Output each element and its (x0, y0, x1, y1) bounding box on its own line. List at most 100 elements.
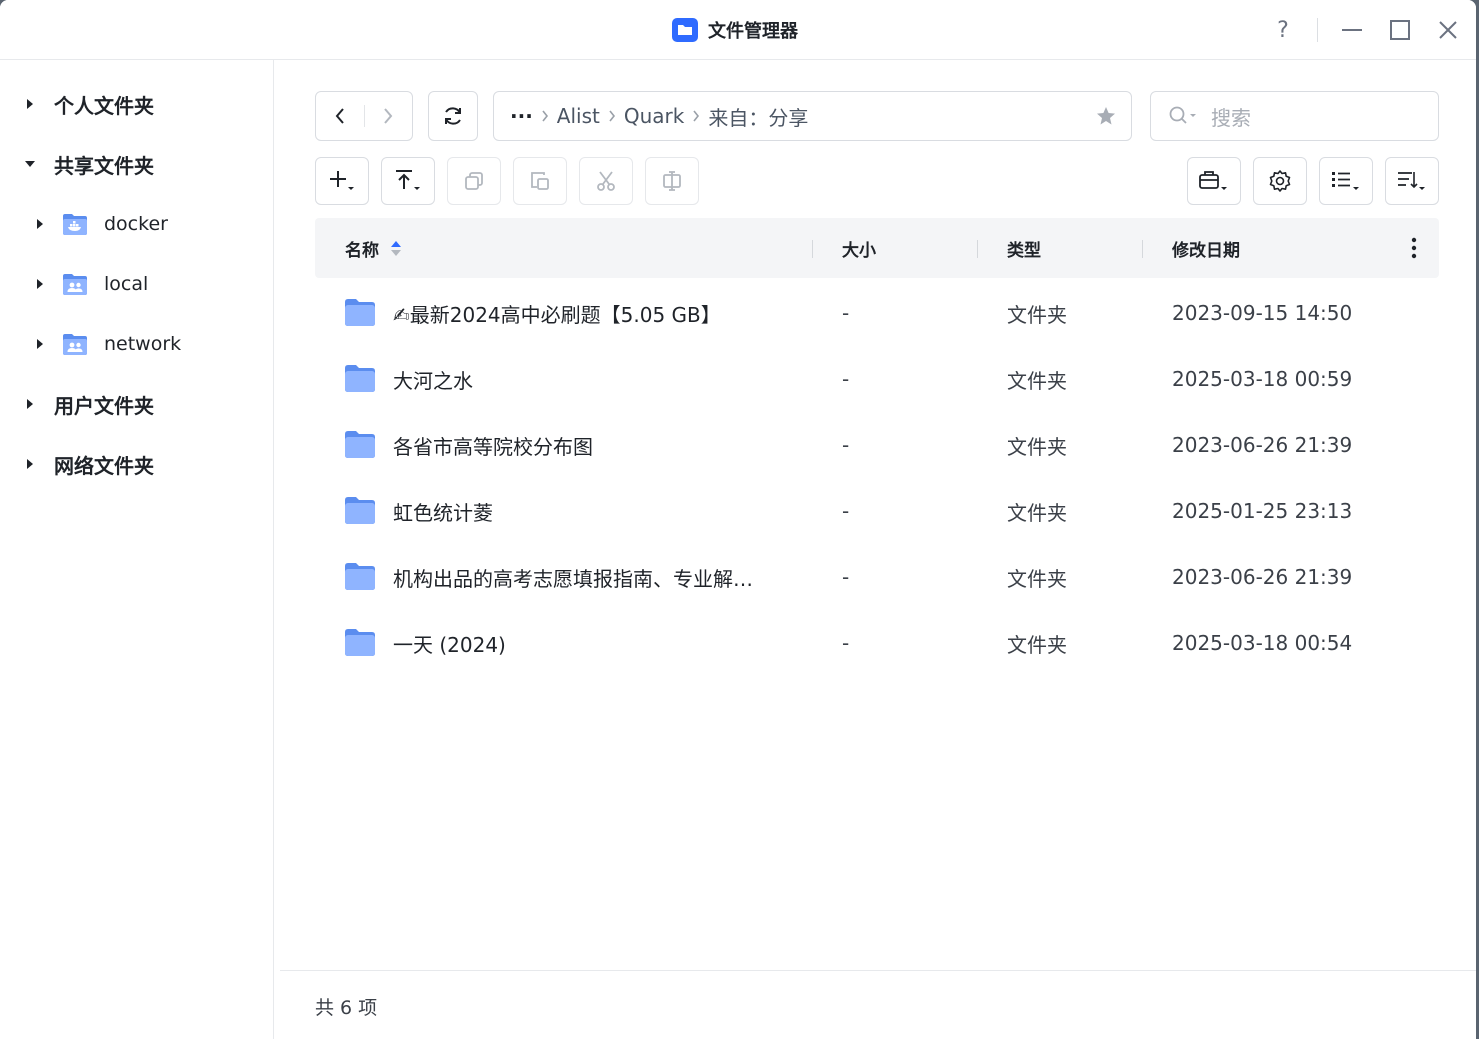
copy-button[interactable] (447, 157, 501, 205)
settings-button[interactable] (1253, 157, 1307, 205)
column-options-button[interactable] (1411, 218, 1417, 278)
breadcrumb-item-alist[interactable]: Alist (557, 104, 600, 128)
file-modified: 2023-06-26 21:39 (1172, 433, 1353, 457)
sidebar-item-label: 共享文件夹 (54, 153, 154, 178)
file-name: 机构出品的高考志愿填报指南、专业解… (393, 566, 753, 591)
rename-button[interactable] (645, 157, 699, 205)
caret-right-icon (27, 459, 33, 469)
sidebar-item-label: local (104, 273, 149, 295)
sidebar-item-docker[interactable]: docker (34, 204, 168, 244)
sidebar-item-personal[interactable]: 个人文件夹 (24, 84, 154, 124)
sidebar-item-shared[interactable]: 共享文件夹 (24, 144, 154, 184)
briefcase-dropdown-icon (1199, 171, 1227, 190)
upload-dropdown-icon (396, 170, 420, 190)
file-modified: 2023-06-26 21:39 (1172, 565, 1353, 589)
column-header-modified[interactable]: 修改日期 (1172, 218, 1240, 278)
sort-button[interactable] (1385, 157, 1439, 205)
sidebar-item-label: 网络文件夹 (54, 453, 154, 478)
paste-icon (531, 172, 549, 190)
column-header-type[interactable]: 类型 (1007, 218, 1041, 278)
item-count: 共 6 项 (315, 997, 378, 1019)
sort-dropdown-icon (1398, 172, 1425, 190)
file-type: 文件夹 (1007, 566, 1067, 591)
star-icon[interactable] (1095, 105, 1117, 127)
file-manager-app-icon (672, 18, 698, 42)
breadcrumb-item-current[interactable]: 来自：分享 (708, 102, 808, 131)
status-bar: 共 6 项 (280, 970, 1476, 1039)
nav-buttons (315, 91, 413, 141)
column-header-size[interactable]: 大小 (842, 218, 876, 278)
table-row[interactable]: 一天 (2024) - 文件夹 2025-03-18 00:54 (315, 610, 1439, 676)
file-modified: 2025-03-18 00:59 (1172, 367, 1353, 391)
sidebar-item-user[interactable]: 用户文件夹 (24, 384, 154, 424)
chevron-right-icon (384, 108, 393, 124)
caret-right-icon (27, 99, 33, 109)
breadcrumb-item-quark[interactable]: Quark (624, 104, 684, 128)
minimize-button[interactable] (1328, 0, 1376, 60)
maximize-button[interactable] (1376, 0, 1424, 60)
controls-divider (1317, 18, 1318, 42)
app-title-text: 文件管理器 (708, 21, 798, 42)
upload-button[interactable] (381, 157, 435, 205)
help-button[interactable]: ? (1259, 0, 1307, 60)
table-row[interactable]: 虹色统计菱 - 文件夹 2025-01-25 23:13 (315, 478, 1439, 544)
shared-folder-icon (63, 334, 87, 355)
file-name: 各省市高等院校分布图 (393, 434, 593, 459)
more-vertical-icon (1411, 237, 1417, 259)
file-type: 文件夹 (1007, 632, 1067, 657)
sidebar-item-network[interactable]: 网络文件夹 (24, 444, 154, 484)
refresh-button[interactable] (428, 91, 478, 141)
column-header-label: 修改日期 (1172, 240, 1240, 261)
copy-icon (465, 172, 483, 190)
folder-icon (345, 563, 375, 590)
breadcrumb: ··· Alist Quark 来自：分享 (493, 91, 1132, 141)
column-header-label: 大小 (842, 240, 876, 261)
file-name: 一天 (2024) (393, 632, 506, 657)
create-button[interactable] (315, 157, 369, 205)
file-size: - (842, 499, 850, 523)
main-panel: ··· Alist Quark 来自：分享 搜索 名称 大小 类型 修改日期 ✍… (275, 60, 1476, 1039)
breadcrumb-separator-icon (684, 109, 708, 123)
sidebar-item-local[interactable]: local (34, 264, 148, 304)
file-name: ✍最新2024高中必刷题【5.05 GB】 (393, 302, 721, 327)
folder-icon (345, 299, 375, 326)
sort-ascending-icon (391, 241, 401, 256)
file-modified: 2025-03-18 00:54 (1172, 631, 1353, 655)
file-size: - (842, 367, 850, 391)
search-input[interactable]: 搜索 (1150, 91, 1439, 141)
sidebar-item-label: network (104, 333, 182, 355)
briefcase-button[interactable] (1187, 157, 1241, 205)
table-row[interactable]: 各省市高等院校分布图 - 文件夹 2023-06-26 21:39 (315, 412, 1439, 478)
caret-right-icon (27, 399, 33, 409)
sidebar-item-label: 用户文件夹 (54, 393, 154, 418)
list-view-dropdown-icon (1332, 172, 1359, 190)
search-placeholder: 搜索 (1211, 105, 1251, 130)
caret-right-icon (37, 339, 43, 349)
breadcrumb-separator-icon (600, 109, 624, 123)
help-icon: ? (1277, 17, 1289, 43)
breadcrumb-more[interactable]: ··· (510, 104, 533, 128)
table-row[interactable]: ✍最新2024高中必刷题【5.05 GB】 - 文件夹 2023-09-15 1… (315, 280, 1439, 346)
file-type: 文件夹 (1007, 302, 1067, 327)
rename-icon (663, 171, 681, 191)
caret-down-icon (25, 161, 35, 167)
column-header-label: 类型 (1007, 240, 1041, 261)
file-manager-window: 文件管理器 ? 个人文件夹 共享文件夹 docker local network… (0, 0, 1476, 1039)
table-row[interactable]: 大河之水 - 文件夹 2025-03-18 00:59 (315, 346, 1439, 412)
docker-folder-icon (63, 214, 87, 235)
scissors-icon (597, 171, 615, 191)
plus-dropdown-icon (330, 171, 354, 190)
cut-button[interactable] (579, 157, 633, 205)
column-header-label: 名称 (345, 240, 379, 261)
file-size: - (842, 565, 850, 589)
paste-button[interactable] (513, 157, 567, 205)
back-button[interactable] (316, 92, 364, 140)
forward-button[interactable] (364, 92, 412, 140)
view-mode-button[interactable] (1319, 157, 1373, 205)
column-header-name[interactable]: 名称 (345, 218, 403, 278)
table-row[interactable]: 机构出品的高考志愿填报指南、专业解… - 文件夹 2023-06-26 21:3… (315, 544, 1439, 610)
folder-icon (345, 629, 375, 656)
table-header: 名称 大小 类型 修改日期 (315, 218, 1439, 278)
close-button[interactable] (1424, 0, 1472, 60)
sidebar-item-network-share[interactable]: network (34, 324, 181, 364)
